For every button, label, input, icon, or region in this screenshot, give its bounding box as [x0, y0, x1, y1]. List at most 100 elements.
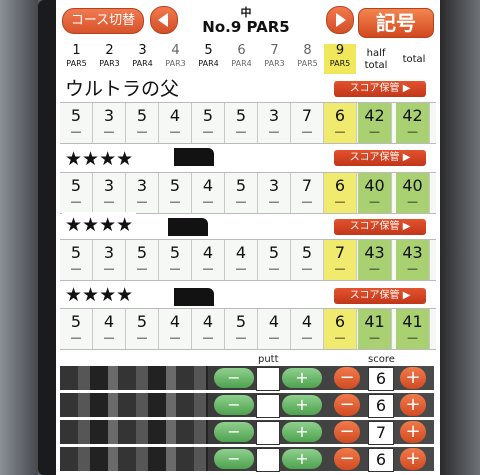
- hole-number: 2: [105, 43, 114, 58]
- score-cell[interactable]: 4—: [159, 103, 192, 143]
- save-score-button[interactable]: スコア保管 ▶: [334, 150, 426, 166]
- putt-value[interactable]: [256, 394, 280, 418]
- score-cell[interactable]: 5—: [60, 173, 93, 213]
- score-cell[interactable]: 4—: [159, 309, 192, 349]
- total-cell: 43—: [396, 240, 430, 280]
- save-score-button[interactable]: スコア保管 ▶: [334, 288, 426, 304]
- score-cell[interactable]: 5—: [126, 240, 159, 280]
- save-score-button[interactable]: スコア保管 ▶: [334, 81, 426, 97]
- hole-header-cell[interactable]: 8 PAR5: [291, 44, 324, 74]
- score-value[interactable]: 6: [368, 367, 394, 391]
- score-value[interactable]: 6: [368, 394, 394, 418]
- score-value[interactable]: 7: [368, 421, 394, 445]
- score-cell[interactable]: 5—: [225, 173, 258, 213]
- total-value: 41: [402, 312, 423, 331]
- score-cell[interactable]: 5—: [60, 240, 93, 280]
- score-minus-button[interactable]: −: [334, 421, 360, 443]
- hole-number: 5: [204, 43, 213, 58]
- putt-dash: —: [334, 331, 346, 344]
- score-cell[interactable]: 3—: [93, 173, 126, 213]
- score-cell[interactable]: 5—: [291, 240, 324, 280]
- score-cell-current[interactable]: 6—: [324, 309, 357, 349]
- hole-header-cell[interactable]: 4 PAR3: [159, 44, 192, 74]
- score-plus-button[interactable]: +: [400, 448, 426, 470]
- score-cell[interactable]: 5—: [258, 240, 291, 280]
- score-cell[interactable]: 3—: [258, 103, 291, 143]
- score-plus-button[interactable]: +: [400, 367, 426, 389]
- score-cell[interactable]: 5—: [60, 103, 93, 143]
- score-plus-button[interactable]: +: [400, 421, 426, 443]
- score-value[interactable]: 6: [368, 448, 394, 472]
- score-cell[interactable]: 4—: [225, 240, 258, 280]
- score-cell[interactable]: 3—: [258, 173, 291, 213]
- score-cell-current[interactable]: 6—: [324, 103, 357, 143]
- symbol-button[interactable]: 記号: [358, 8, 434, 38]
- putt-minus-button[interactable]: −: [214, 422, 254, 442]
- score-value: 5: [235, 312, 247, 331]
- score-cell[interactable]: 5—: [225, 103, 258, 143]
- hole-header-cell[interactable]: 2 PAR3: [93, 44, 126, 74]
- score-cell[interactable]: 4—: [93, 309, 126, 349]
- putt-value[interactable]: [256, 448, 280, 472]
- score-plus-button[interactable]: +: [400, 394, 426, 416]
- putt-dash: —: [202, 331, 214, 344]
- total-header: total: [402, 54, 426, 65]
- hole-header-cell[interactable]: 6 PAR4: [225, 44, 258, 74]
- score-minus-button[interactable]: −: [334, 367, 360, 389]
- next-hole-button[interactable]: [326, 6, 354, 34]
- score-cell[interactable]: 5—: [126, 103, 159, 143]
- score-cell[interactable]: 5—: [126, 309, 159, 349]
- score-minus-button[interactable]: −: [334, 394, 360, 416]
- score-minus-button[interactable]: −: [334, 448, 360, 470]
- putt-dash: —: [235, 331, 247, 344]
- hole-header-cell[interactable]: 5 PAR4: [192, 44, 225, 74]
- putt-plus-button[interactable]: +: [282, 368, 322, 388]
- score-cell[interactable]: 5—: [225, 309, 258, 349]
- score-cell[interactable]: 5—: [60, 309, 93, 349]
- score-cell-current[interactable]: 7—: [324, 240, 357, 280]
- save-score-button[interactable]: スコア保管 ▶: [334, 219, 426, 235]
- score-value: 3: [103, 176, 115, 195]
- score-value: 5: [268, 243, 280, 262]
- hole-title: No.9 PAR5: [202, 18, 290, 36]
- putt-minus-button[interactable]: −: [214, 449, 254, 469]
- putt-dash: —: [235, 195, 247, 208]
- putt-minus-button[interactable]: −: [214, 368, 254, 388]
- hole-header-cell[interactable]: 7 PAR3: [258, 44, 291, 74]
- score-cell[interactable]: 3—: [93, 240, 126, 280]
- scorecard-screen: コース切替 中 No.9 PAR5 記号 1 PAR5 2 PAR3 3 PAR4 4…: [56, 0, 440, 475]
- score-cell[interactable]: 7—: [291, 103, 324, 143]
- score-cell[interactable]: 5—: [159, 240, 192, 280]
- score-cell-current[interactable]: 6—: [324, 173, 357, 213]
- score-cell[interactable]: 3—: [126, 173, 159, 213]
- previous-hole-button[interactable]: [150, 6, 178, 34]
- putt-value[interactable]: [256, 421, 280, 445]
- putt-plus-button[interactable]: +: [282, 422, 322, 442]
- putt-plus-button[interactable]: +: [282, 395, 322, 415]
- putt-dash: —: [268, 125, 280, 138]
- half-total-cell: 43—: [358, 240, 392, 280]
- score-cell[interactable]: 5—: [192, 103, 225, 143]
- score-cell[interactable]: 4—: [192, 240, 225, 280]
- putt-minus-button[interactable]: −: [214, 395, 254, 415]
- putt-value[interactable]: [256, 367, 280, 391]
- putt-plus-button[interactable]: +: [282, 449, 322, 469]
- score-cell[interactable]: 7—: [291, 173, 324, 213]
- hole-number: 8: [303, 43, 312, 58]
- score-cell[interactable]: 4—: [291, 309, 324, 349]
- score-cell[interactable]: 5—: [159, 173, 192, 213]
- putt-dash: —: [103, 195, 115, 208]
- hole-header-cell[interactable]: 1 PAR5: [60, 44, 93, 74]
- score-cell[interactable]: 4—: [192, 309, 225, 349]
- score-cell[interactable]: 4—: [192, 173, 225, 213]
- score-value: 4: [268, 312, 280, 331]
- hole-header-cell[interactable]: 3 PAR4: [126, 44, 159, 74]
- hole-header-cell-current[interactable]: 9 PAR5: [324, 44, 356, 74]
- score-value: 5: [235, 176, 247, 195]
- arrow-right-icon: [336, 13, 346, 27]
- score-cell[interactable]: 3—: [93, 103, 126, 143]
- putt-dash: —: [301, 125, 313, 138]
- score-value: 3: [103, 243, 115, 262]
- course-switch-button[interactable]: コース切替: [62, 8, 144, 34]
- score-cell[interactable]: 4—: [258, 309, 291, 349]
